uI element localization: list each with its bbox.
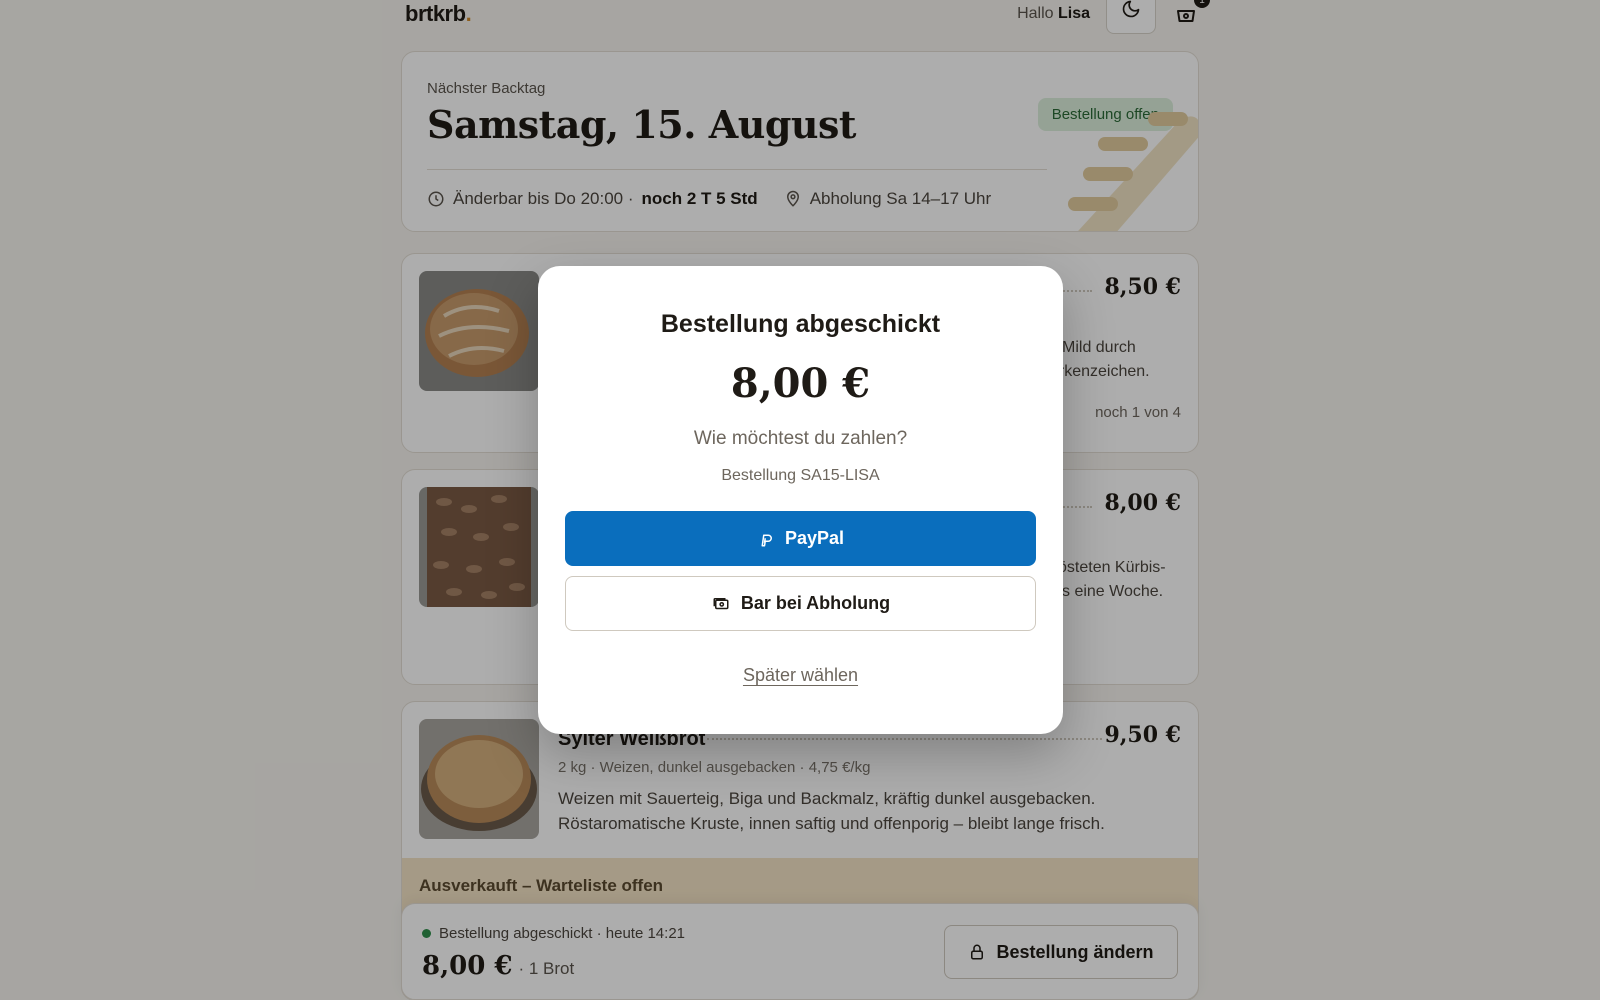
paypal-label: PayPal [784,528,845,548]
payment-dialog: Bestellung abgeschickt 8,00 € Wie möchte… [538,266,1063,734]
dialog-amount: 8,00 € [730,360,871,407]
payment-question: Wie möchtest du zahlen? [693,428,908,449]
cash-icon [713,597,729,609]
paypal-icon [761,534,772,546]
cash-on-pickup-button[interactable]: Bar bei Abholung [565,576,1036,631]
paypal-button[interactable]: PayPal [565,511,1036,566]
choose-later-link-wrap: Später wählen [538,665,1063,686]
cash-label: Bar bei Abholung [740,593,891,613]
order-reference: Bestellung SA15-LISA [721,467,880,484]
dialog-title: Bestellung abgeschickt [660,310,941,338]
choose-later-link[interactable]: Später wählen [743,665,858,685]
